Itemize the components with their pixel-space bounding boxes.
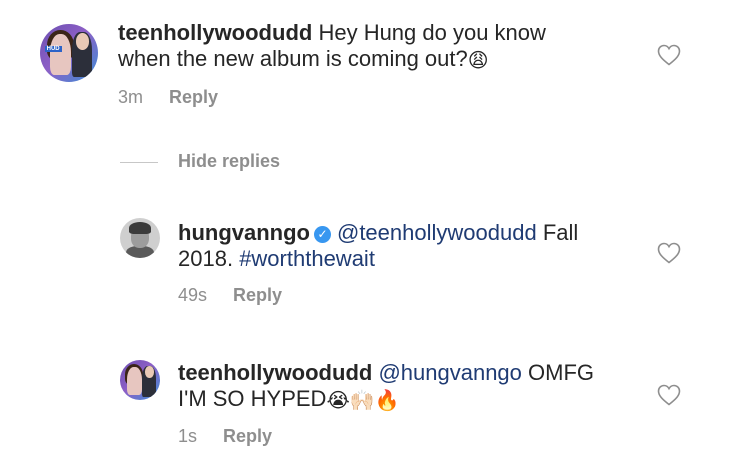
avatar-badge: HUD	[44, 46, 62, 53]
avatar-figure	[50, 34, 72, 76]
comment-time: 49s	[178, 285, 208, 305]
comment-text: Fall	[542, 220, 579, 245]
emoji: 😭🙌🏻🔥	[326, 390, 400, 412]
comment-username[interactable]: teenhollywoodudd	[178, 360, 372, 385]
avatar[interactable]	[120, 360, 160, 400]
hide-replies-button[interactable]: Hide replies	[178, 151, 280, 172]
verified-badge-icon: ✓	[313, 226, 331, 243]
comment-time: 3m	[118, 87, 144, 107]
reply-body: hungvanngo ✓ @teenhollywoodudd Fall 2018. …	[178, 220, 578, 272]
comment-text: Hey Hung do you know	[318, 20, 546, 45]
comment-meta: 3m Reply	[118, 87, 218, 108]
comment-username[interactable]: teenhollywoodudd	[118, 20, 312, 45]
emoji: 😩	[467, 50, 489, 72]
avatar[interactable]	[120, 218, 160, 258]
avatar-figure	[125, 246, 155, 258]
avatar-figure	[75, 33, 89, 50]
reply-button[interactable]: Reply	[169, 87, 218, 107]
comment-meta: 1s Reply	[178, 426, 272, 447]
comment-text: I'M SO HYPED	[178, 386, 327, 411]
comment-text: OMFG	[528, 360, 595, 385]
reply-button[interactable]: Reply	[223, 426, 272, 446]
reply-body: teenhollywoodudd @hungvanngo OMFG I'M SO…	[178, 360, 594, 412]
replies-divider	[120, 162, 158, 163]
reply-button[interactable]: Reply	[233, 285, 282, 305]
mention-link[interactable]: @hungvanngo	[378, 360, 521, 385]
comment-meta: 49s Reply	[178, 285, 282, 306]
comment-text: 2018.	[178, 246, 234, 271]
heart-outline-icon[interactable]	[657, 384, 681, 406]
avatar-figure	[144, 366, 154, 378]
hashtag-link[interactable]: #worththewait	[239, 246, 375, 271]
heart-outline-icon[interactable]	[657, 242, 681, 264]
avatar-figure	[128, 222, 152, 234]
mention-link[interactable]: @teenhollywoodudd	[337, 220, 537, 245]
comment-body: teenhollywoodudd Hey Hung do you know wh…	[118, 20, 546, 72]
comment-text: when the new album is coming out?	[118, 46, 468, 71]
comment-username[interactable]: hungvanngo	[178, 220, 310, 245]
comment-time: 1s	[178, 426, 198, 446]
heart-outline-icon[interactable]	[657, 44, 681, 66]
avatar[interactable]: HUD	[40, 24, 98, 82]
avatar-figure	[127, 367, 142, 396]
